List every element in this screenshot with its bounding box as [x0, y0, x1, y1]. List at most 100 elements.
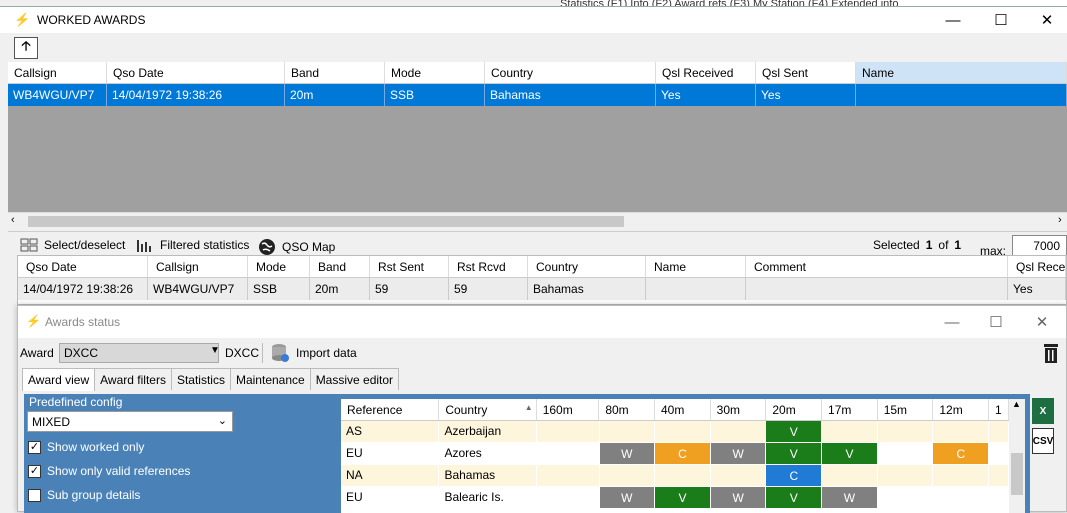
cell-15m[interactable] — [878, 421, 934, 442]
cell-160m[interactable] — [537, 443, 600, 464]
award-row[interactable]: NA Bahamas C — [341, 465, 1009, 487]
cell-30m[interactable] — [711, 465, 767, 486]
close-button[interactable]: ✕ — [1024, 7, 1067, 33]
up-arrow-button[interactable]: 🡡 — [14, 37, 38, 59]
import-data-button[interactable]: Import data — [270, 343, 357, 363]
maximize-button[interactable]: ☐ — [973, 310, 1019, 334]
award-row[interactable]: EU Balearic Is. W V W V W — [341, 487, 1009, 509]
col-12m[interactable]: 12m — [933, 399, 990, 420]
cell-15m[interactable] — [878, 443, 934, 464]
table-row[interactable]: 14/04/1972 19:38:26 WB4WGU/VP7 SSB 20m 5… — [18, 278, 1066, 300]
col-callsign[interactable]: Callsign — [148, 256, 248, 277]
cell-17m[interactable] — [822, 421, 878, 442]
scroll-up-icon[interactable]: ▲ — [1012, 399, 1021, 409]
cell-40m[interactable]: C — [655, 443, 711, 464]
col-40m[interactable]: 40m — [655, 399, 711, 420]
col-20m[interactable]: 20m — [766, 399, 823, 420]
col-30m[interactable]: 30m — [711, 399, 767, 420]
table-row[interactable]: WB4WGU/VP7 14/04/1972 19:38:26 20m SSB B… — [8, 84, 1067, 106]
cell-80m[interactable] — [600, 421, 656, 442]
col-10m[interactable]: 1 — [989, 399, 1009, 420]
cell-10m[interactable] — [989, 421, 1009, 442]
show-worked-only-checkbox[interactable]: ✓ Show worked only — [28, 440, 144, 454]
cell-160m[interactable] — [537, 465, 600, 486]
sub-group-details-checkbox[interactable]: Sub group details — [28, 488, 140, 502]
col-rst-rcvd[interactable]: Rst Rcvd — [449, 256, 528, 277]
scroll-right-icon[interactable]: › — [1058, 214, 1062, 226]
col-comment[interactable]: Comment — [746, 256, 1008, 277]
cell-30m[interactable] — [711, 421, 767, 442]
cell-40m[interactable]: V — [655, 487, 711, 508]
tab-award-filters[interactable]: Award filters — [94, 368, 172, 390]
col-name[interactable]: Name — [856, 62, 1067, 83]
cell-12m[interactable] — [933, 465, 990, 486]
cell-17m[interactable]: W — [822, 487, 878, 508]
cell-20m[interactable]: C — [766, 465, 823, 486]
col-qso-date[interactable]: Qso Date — [107, 62, 285, 83]
cell-15m[interactable] — [878, 465, 934, 486]
predefined-config-select[interactable]: MIXED ⌄ — [27, 411, 233, 432]
trash-icon[interactable] — [1042, 342, 1060, 364]
col-band[interactable]: Band — [310, 256, 370, 277]
cell-10m[interactable] — [989, 443, 1009, 464]
col-mode[interactable]: Mode — [385, 62, 485, 83]
cell-15m[interactable] — [878, 487, 934, 508]
maximize-button[interactable]: ☐ — [978, 7, 1024, 33]
cell-20m[interactable]: V — [766, 443, 823, 464]
award-row[interactable]: AS Azerbaijan V — [341, 421, 1009, 443]
minimize-button[interactable]: — — [930, 7, 976, 33]
cell-160m[interactable] — [537, 421, 600, 442]
tab-statistics[interactable]: Statistics — [170, 368, 231, 390]
scroll-thumb[interactable] — [1011, 453, 1023, 495]
cell-160m[interactable] — [537, 487, 600, 508]
col-qsl-sent[interactable]: Qsl Sent — [756, 62, 856, 83]
excel-export-icon[interactable]: X — [1032, 398, 1054, 424]
tab-award-view[interactable]: Award view — [22, 368, 96, 391]
cell-30m[interactable]: W — [710, 487, 767, 508]
cell-12m[interactable] — [933, 421, 990, 442]
cell-17m[interactable]: V — [822, 443, 878, 464]
cell-40m[interactable] — [655, 465, 711, 486]
cell-30m[interactable]: W — [710, 443, 767, 464]
cell-80m[interactable]: W — [599, 487, 656, 508]
cell-12m[interactable] — [933, 487, 990, 508]
horizontal-scrollbar[interactable]: ‹ › — [8, 212, 1067, 229]
cell-20m[interactable]: V — [766, 421, 823, 442]
col-qso-date[interactable]: Qso Date — [18, 256, 148, 277]
chevron-down-icon[interactable]: ▼ — [210, 345, 220, 356]
scroll-left-icon[interactable]: ‹ — [11, 214, 15, 226]
col-mode[interactable]: Mode — [248, 256, 310, 277]
scroll-thumb[interactable] — [28, 216, 624, 227]
cell-20m[interactable]: V — [766, 487, 823, 508]
col-qsl-received[interactable]: Qsl Receiv — [1008, 256, 1066, 277]
award-combo[interactable]: DXCC — [59, 343, 219, 363]
minimize-button[interactable]: — — [929, 310, 975, 334]
cell-10m[interactable] — [989, 465, 1009, 486]
col-rst-sent[interactable]: Rst Sent — [370, 256, 449, 277]
col-17m[interactable]: 17m — [822, 399, 878, 420]
tab-maintenance[interactable]: Maintenance — [229, 368, 311, 390]
col-qsl-received[interactable]: Qsl Received — [656, 62, 756, 83]
cell-12m[interactable]: C — [933, 443, 990, 464]
tab-massive-editor[interactable]: Massive editor — [309, 368, 400, 390]
col-reference[interactable]: Reference — [341, 399, 440, 420]
cell-80m[interactable]: W — [599, 443, 656, 464]
col-name[interactable]: Name — [646, 256, 746, 277]
col-country[interactable]: Country ▲ — [439, 399, 537, 420]
col-15m[interactable]: 15m — [878, 399, 934, 420]
cell-17m[interactable] — [822, 465, 878, 486]
cell-40m[interactable] — [655, 421, 711, 442]
show-valid-refs-checkbox[interactable]: ✓ Show only valid references — [28, 464, 190, 478]
close-button[interactable]: ✕ — [1019, 310, 1065, 334]
max-input[interactable]: 7000 — [1012, 235, 1067, 257]
col-country[interactable]: Country — [485, 62, 656, 83]
col-band[interactable]: Band — [285, 62, 385, 83]
col-160m[interactable]: 160m — [537, 399, 600, 420]
col-80m[interactable]: 80m — [599, 399, 655, 420]
vertical-scrollbar[interactable]: ▲ — [1009, 399, 1025, 513]
cell-10m[interactable] — [989, 487, 1009, 508]
cell-80m[interactable] — [600, 465, 656, 486]
award-row[interactable]: EU Azores W C W V V C — [341, 443, 1009, 465]
filtered-statistics-button[interactable]: Filtered statistics — [136, 238, 249, 252]
csv-export-icon[interactable]: CSV — [1032, 428, 1054, 454]
